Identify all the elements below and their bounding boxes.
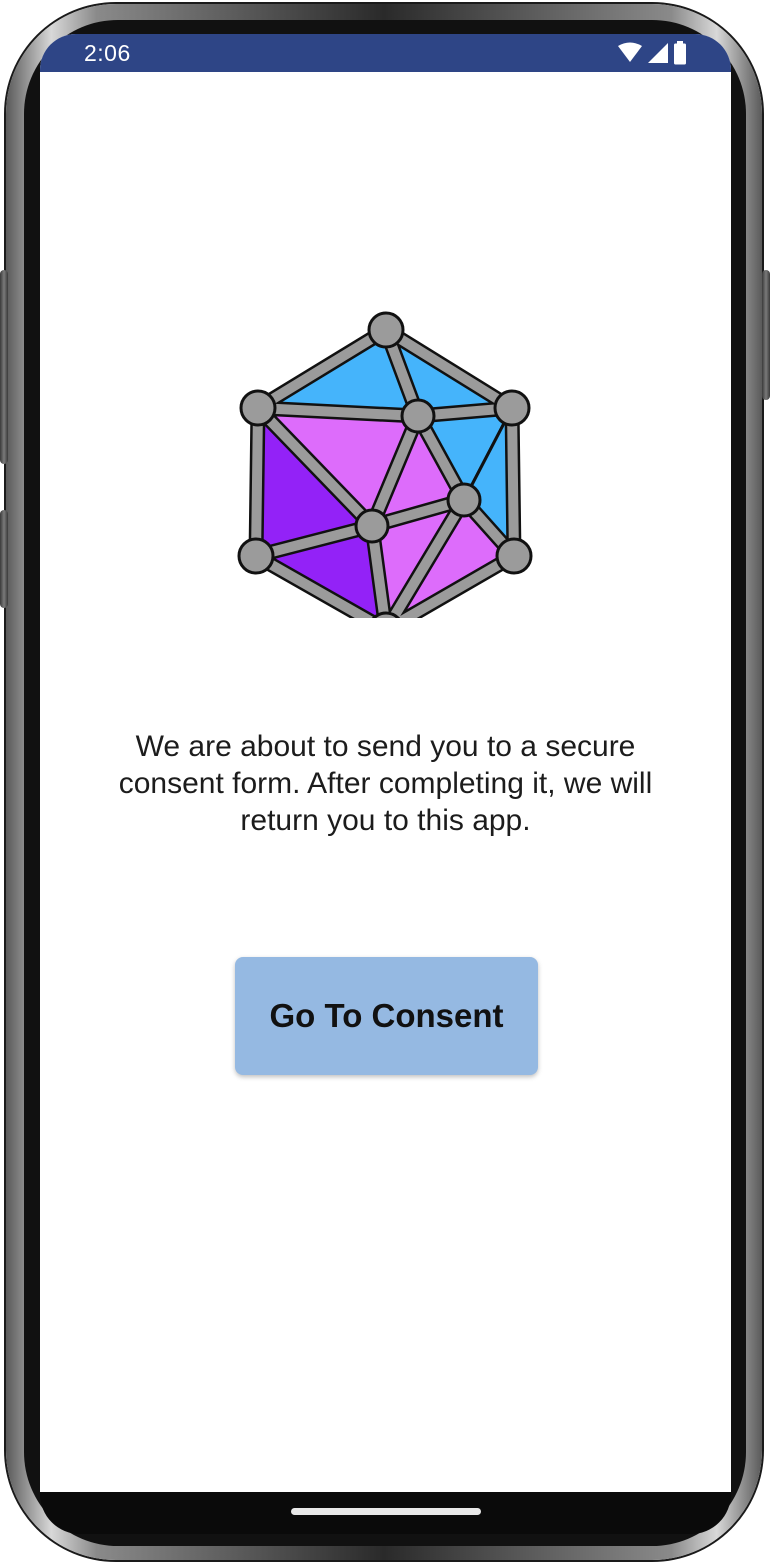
logo-node xyxy=(354,508,390,544)
logo-node xyxy=(367,311,405,349)
consent-message: We are about to send you to a secure con… xyxy=(118,730,653,837)
navigation-bar xyxy=(40,1492,731,1534)
logo-node xyxy=(237,537,275,575)
wifi-icon xyxy=(618,42,642,62)
volume-down-button xyxy=(0,510,8,608)
cellular-signal-icon xyxy=(648,43,668,63)
app-screen: 2:06 We are about to send you to a secur… xyxy=(40,34,731,1492)
power-button xyxy=(762,270,770,400)
logo-node xyxy=(400,398,436,434)
polyhedron-network-logo xyxy=(237,311,533,618)
logo-node xyxy=(446,482,482,518)
status-bar: 2:06 xyxy=(40,34,731,72)
logo-node xyxy=(239,389,277,427)
go-to-consent-button[interactable]: Go To Consent xyxy=(235,957,538,1075)
status-icons xyxy=(617,40,687,66)
battery-icon xyxy=(674,41,686,65)
logo-node xyxy=(495,537,533,575)
volume-up-button xyxy=(0,270,8,464)
logo-node xyxy=(493,389,531,427)
status-time: 2:06 xyxy=(84,40,131,66)
home-indicator[interactable] xyxy=(291,1508,481,1515)
